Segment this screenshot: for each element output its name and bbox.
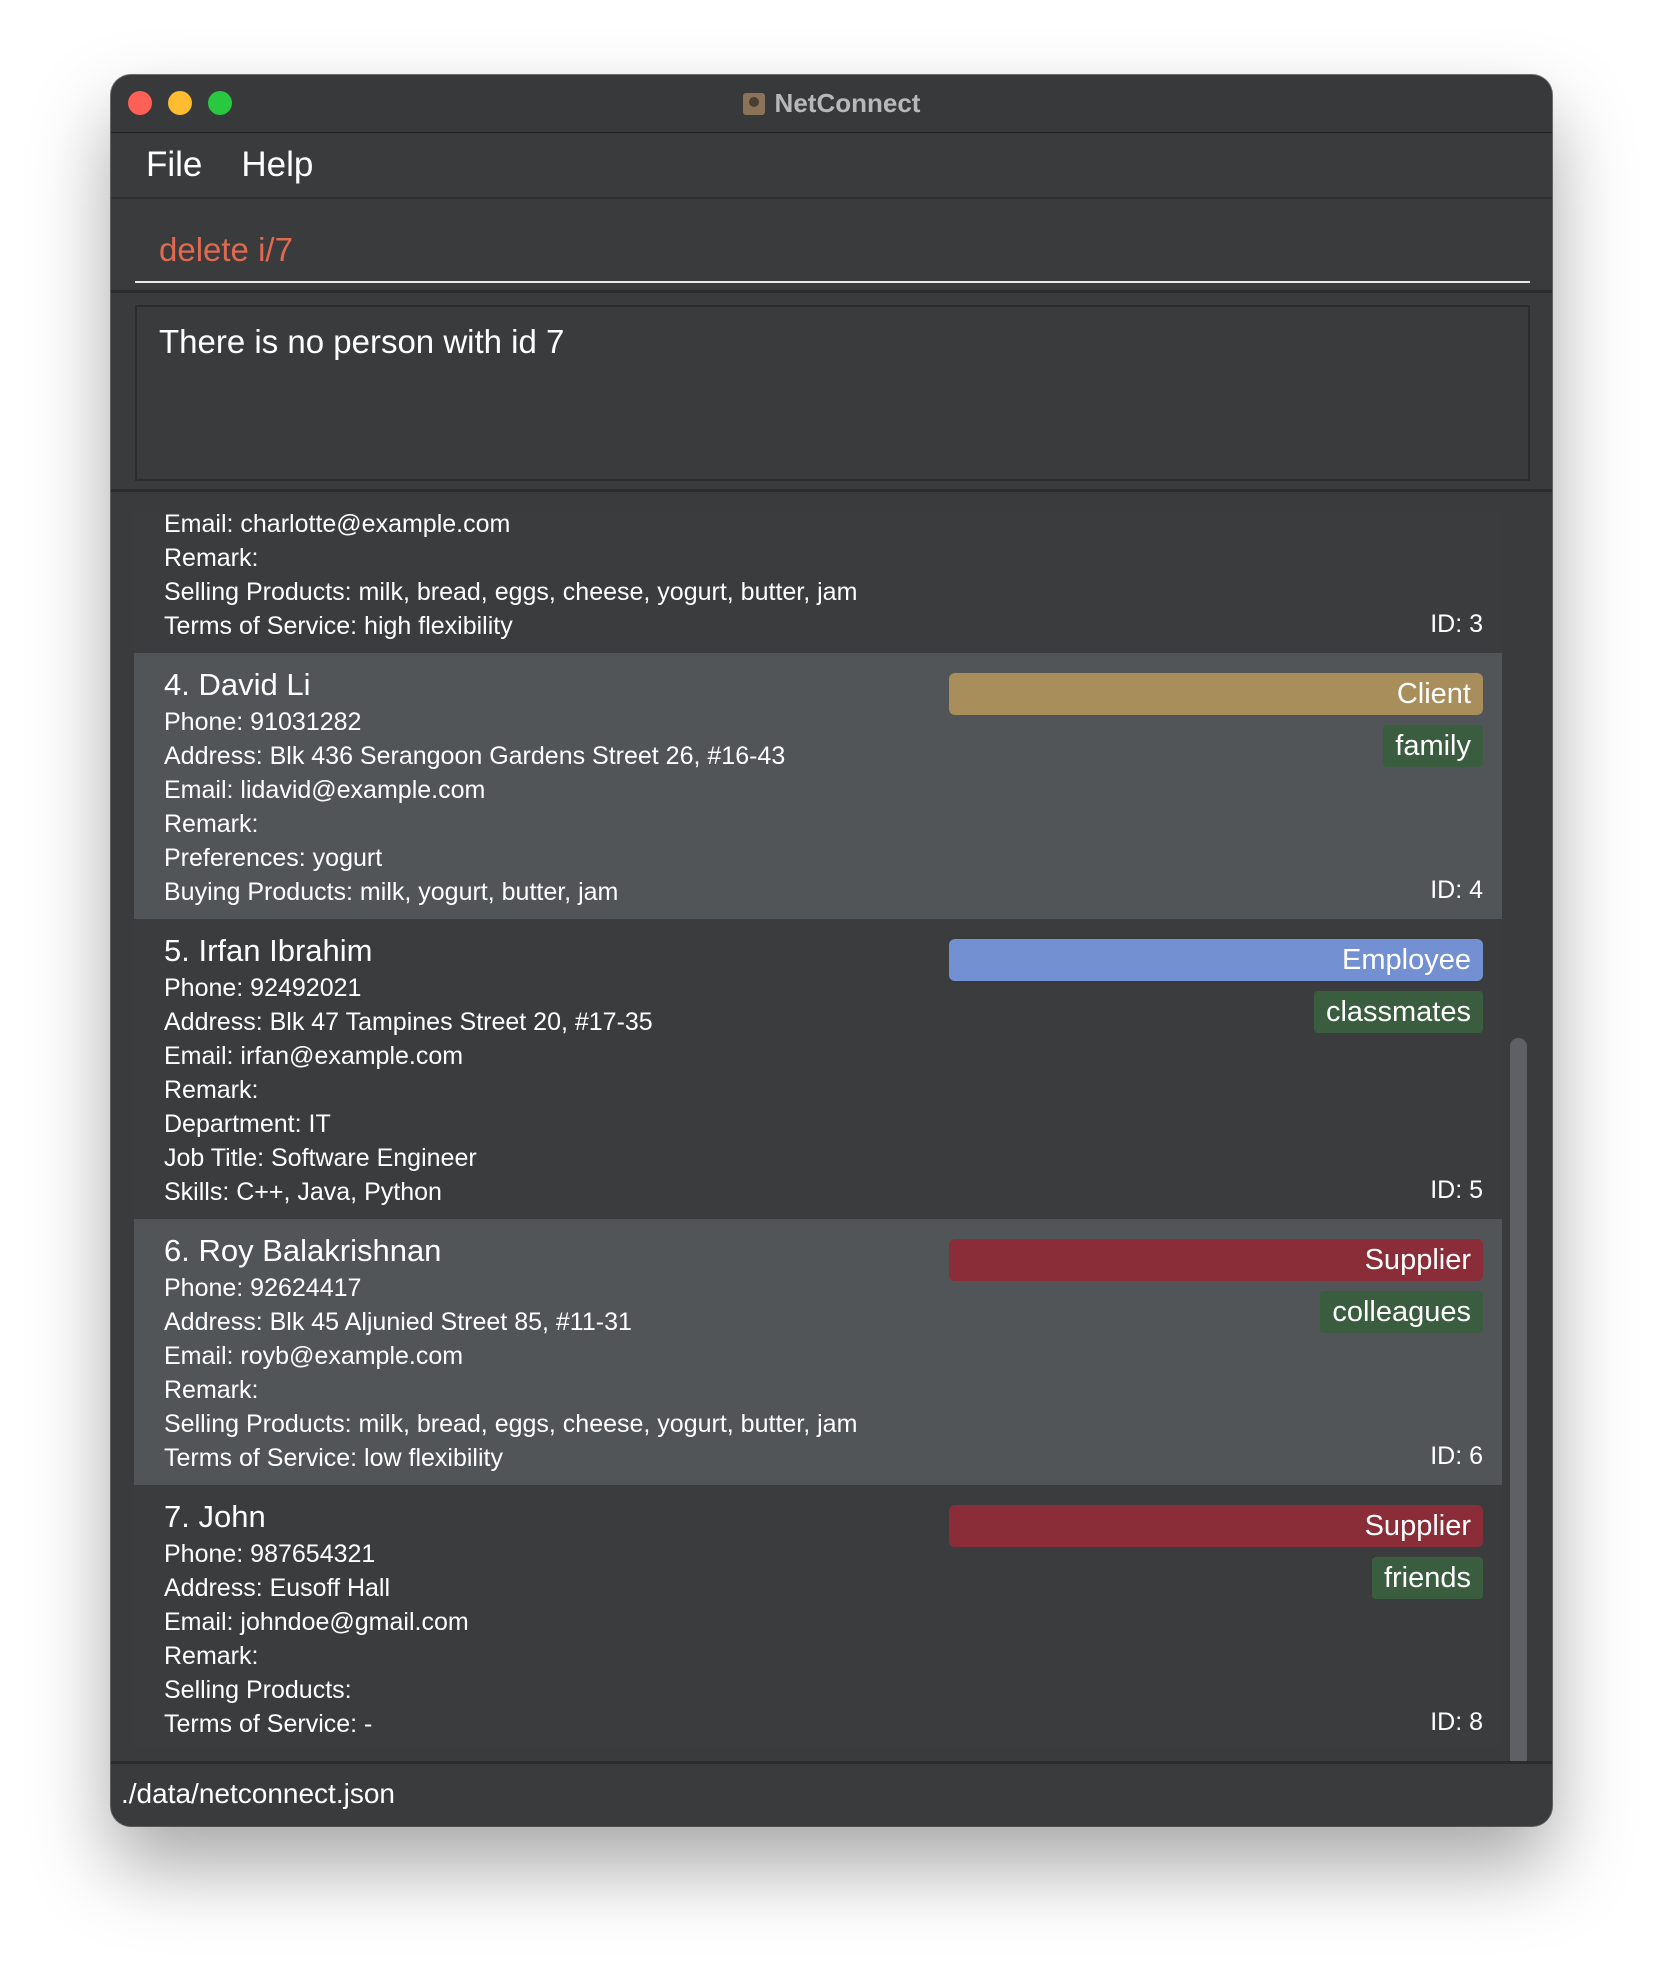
person-skills: Skills: C++, Java, Python <box>164 1178 442 1206</box>
status-bar: ./data/netconnect.json <box>111 1761 1552 1826</box>
role-badge-employee: Employee <box>949 939 1483 981</box>
person-terms-of-service: Terms of Service: low flexibility <box>164 1444 503 1472</box>
result-message: There is no person with id 7 <box>159 323 565 360</box>
scrollbar-track[interactable] <box>1502 513 1530 1818</box>
person-id: ID: 4 <box>1430 876 1483 904</box>
person-email: Email: royb@example.com <box>164 1342 464 1370</box>
menu-help[interactable]: Help <box>241 145 313 185</box>
person-card[interactable]: 6. Roy Balakrishnan Phone: 92624417 Addr… <box>134 1219 1503 1485</box>
title-bar: NetConnect <box>111 75 1552 133</box>
menu-file[interactable]: File <box>146 145 202 185</box>
tag-badge: friends <box>1371 1557 1483 1599</box>
person-card[interactable]: Email: charlotte@example.com Remark: Sel… <box>134 513 1503 653</box>
person-card[interactable]: 5. Irfan Ibrahim Phone: 92492021 Address… <box>134 919 1503 1219</box>
person-preferences: Preferences: yogurt <box>164 844 383 872</box>
person-remark: Remark: <box>164 544 259 572</box>
person-tags: Employee classmates <box>949 939 1483 1033</box>
person-remark: Remark: <box>164 1076 259 1104</box>
person-selling-products: Selling Products: <box>164 1676 352 1704</box>
person-terms-of-service: Terms of Service: high flexibility <box>164 612 513 640</box>
person-terms-of-service: Terms of Service: - <box>164 1710 373 1738</box>
app-icon <box>742 92 765 115</box>
role-badge-client: Client <box>949 673 1483 715</box>
person-remark: Remark: <box>164 1642 259 1670</box>
app-window: NetConnect File Help delete i/7 There is… <box>111 75 1552 1826</box>
tag-badge: family <box>1383 725 1483 767</box>
person-card[interactable]: 7. John Phone: 987654321 Address: Eusoff… <box>134 1485 1503 1746</box>
command-input-value: delete i/7 <box>159 231 293 268</box>
scrollbar-thumb[interactable] <box>1510 1038 1527 1818</box>
person-tags: Client family <box>949 673 1483 767</box>
person-job-title: Job Title: Software Engineer <box>164 1144 477 1172</box>
person-email: Email: charlotte@example.com <box>164 513 511 538</box>
person-department: Department: IT <box>164 1110 331 1138</box>
person-id: ID: 8 <box>1430 1708 1483 1736</box>
person-email: Email: irfan@example.com <box>164 1042 464 1070</box>
title-area: NetConnect <box>111 75 1552 132</box>
tag-badge: classmates <box>1313 991 1483 1033</box>
person-remark: Remark: <box>164 810 259 838</box>
result-display: There is no person with id 7 <box>135 305 1530 481</box>
command-input[interactable]: delete i/7 <box>135 211 1530 283</box>
tag-badge: colleagues <box>1320 1291 1483 1333</box>
person-id: ID: 3 <box>1430 610 1483 638</box>
person-list[interactable]: Email: charlotte@example.com Remark: Sel… <box>134 513 1503 1746</box>
person-email: Email: johndoe@gmail.com <box>164 1608 469 1636</box>
person-tags: Supplier colleagues <box>949 1239 1483 1333</box>
menu-bar: File Help <box>111 133 1552 199</box>
person-buying-products: Buying Products: milk, yogurt, butter, j… <box>164 878 619 906</box>
person-id: ID: 5 <box>1430 1176 1483 1204</box>
divider <box>111 489 1552 492</box>
person-email: Email: lidavid@example.com <box>164 776 486 804</box>
role-badge-supplier: Supplier <box>949 1239 1483 1281</box>
divider <box>111 290 1552 293</box>
role-badge-supplier: Supplier <box>949 1505 1483 1547</box>
person-card[interactable]: 4. David Li Phone: 91031282 Address: Blk… <box>134 653 1503 919</box>
person-selling-products: Selling Products: milk, bread, eggs, che… <box>164 1410 858 1438</box>
person-selling-products: Selling Products: milk, bread, eggs, che… <box>164 578 858 606</box>
person-tags: Supplier friends <box>949 1505 1483 1599</box>
data-file-path: ./data/netconnect.json <box>121 1778 395 1809</box>
person-id: ID: 6 <box>1430 1442 1483 1470</box>
window-title: NetConnect <box>774 88 921 118</box>
person-remark: Remark: <box>164 1376 259 1404</box>
